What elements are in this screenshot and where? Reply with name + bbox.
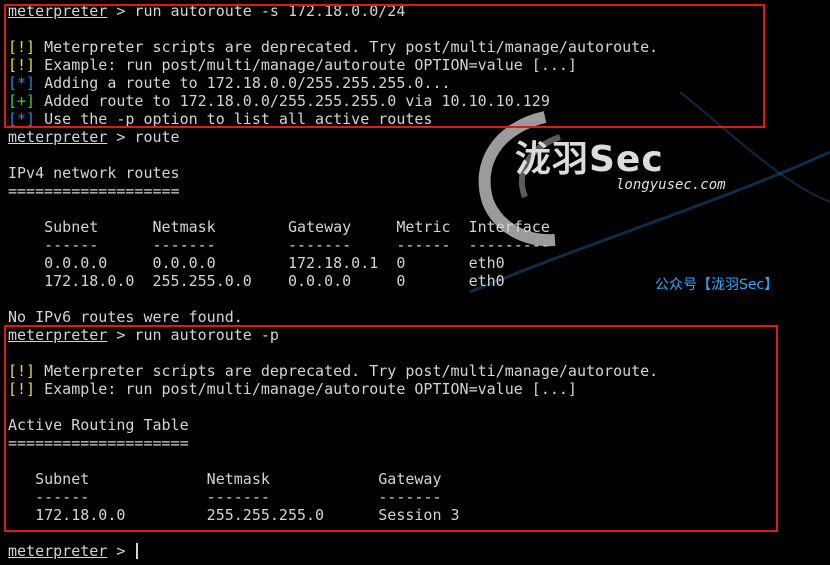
highlight-box [4,4,765,128]
command-text: > route [107,128,180,146]
table-header-divider: ------ ------- ------- ------ --------- [8,236,550,254]
table-row: 172.18.0.0 255.255.0.0 0.0.0.0 0 eth0 [8,272,505,290]
table-header: Subnet Netmask Gateway Metric Interface [8,218,550,236]
prompt-separator: > [107,542,135,560]
ipv6-status: No IPv6 routes were found. [8,308,243,326]
prompt-label: meterpreter [8,542,108,560]
prompt-label: meterpreter [8,128,108,146]
table-row: 0.0.0.0 0.0.0.0 172.18.0.1 0 eth0 [8,254,505,272]
title-underline: =================== [8,182,180,200]
table-title: IPv4 network routes [8,164,180,182]
highlight-box [4,325,778,532]
text-cursor [136,543,138,559]
command-line: meterpreter > route [8,128,180,146]
input-line[interactable]: meterpreter > [8,542,138,560]
